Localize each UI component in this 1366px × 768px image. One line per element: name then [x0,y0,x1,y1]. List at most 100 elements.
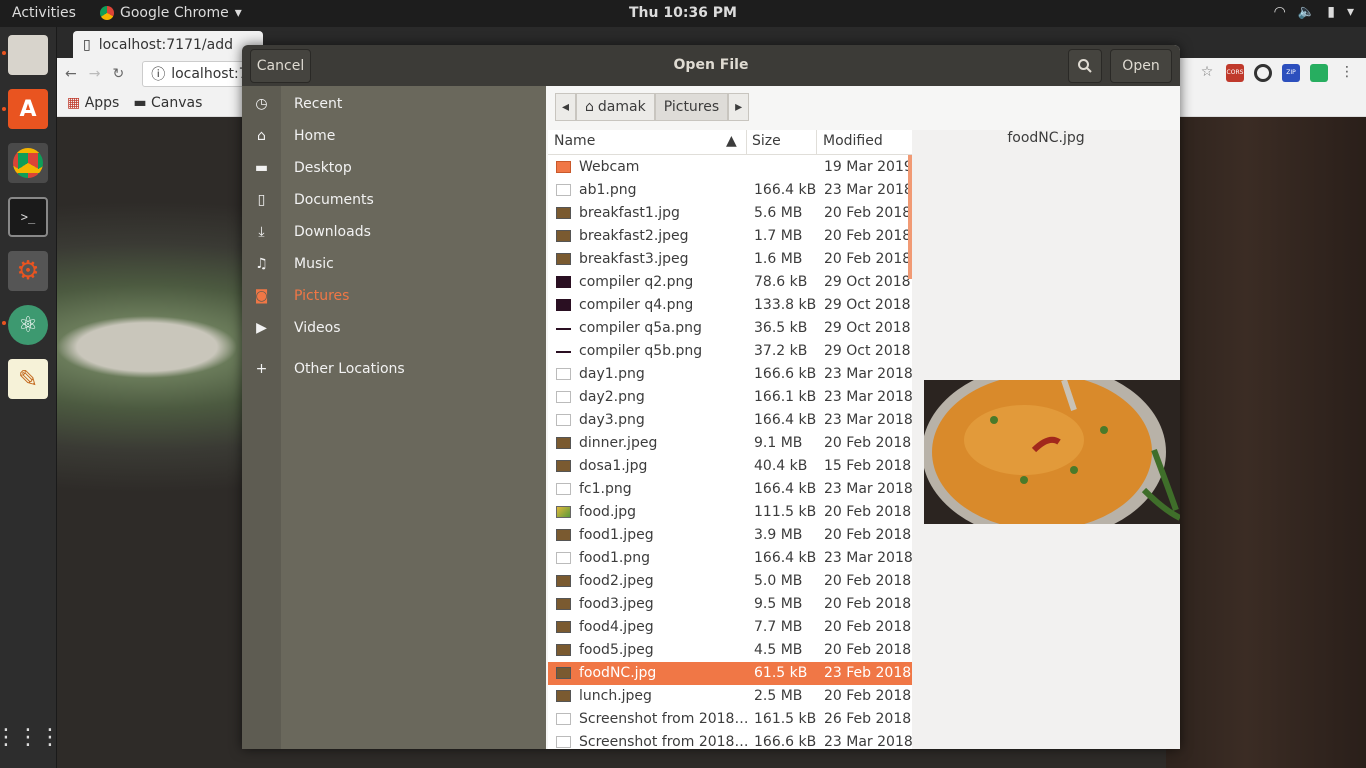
file-size: 166.6 kB [754,734,817,749]
column-size[interactable]: Size [752,133,781,149]
file-modified: 29 Oct 2018 [824,297,911,313]
path-segment-home[interactable]: ⌂ damak [576,93,655,121]
file-row[interactable]: breakfast3.jpeg 1.6 MB 20 Feb 2018 [548,248,912,271]
path-back-button[interactable]: ◂ [555,93,577,121]
column-headers: Name ▲ Size Modified [548,130,912,155]
file-row[interactable]: compiler q2.png 78.6 kB 29 Oct 2018 [548,271,912,294]
forward-icon[interactable]: → [89,66,101,82]
sidebar-item-music[interactable]: ♫ Music [242,248,546,280]
wifi-icon[interactable]: ◠ [1274,4,1286,20]
file-name: Screenshot from 2018… [579,711,749,727]
file-row[interactable]: breakfast1.jpg 5.6 MB 20 Feb 2018 [548,202,912,225]
terminal-icon[interactable]: >_ [8,197,48,237]
image-thumbnail-icon [556,460,571,472]
column-modified[interactable]: Modified [823,133,883,149]
open-button[interactable]: Open [1110,49,1172,83]
file-size: 7.7 MB [754,619,803,635]
sidebar-item-videos[interactable]: ▶ Videos [242,312,546,344]
extensions: ☆ CORS ZIP ⋮ [1198,64,1356,82]
sidebar-item-documents[interactable]: ▯ Documents [242,184,546,216]
file-name: breakfast3.jpeg [579,251,689,267]
file-size: 5.0 MB [754,573,803,589]
running-indicator [2,107,6,111]
zip-extension-icon[interactable]: ZIP [1282,64,1300,82]
activities-button[interactable]: Activities [12,5,76,21]
browser-tab[interactable]: ▯ localhost:7171/add [73,31,263,58]
file-size: 1.7 MB [754,228,803,244]
sidebar-item-pictures[interactable]: ◙ Pictures [242,280,546,312]
software-center-icon[interactable]: A [8,89,48,129]
file-modified: 23 Mar 2018 [824,366,912,382]
sidebar-item-recent[interactable]: ◷ Recent [242,88,546,120]
battery-icon[interactable]: ▮ [1327,4,1335,20]
canvas-bookmark[interactable]: ▬ Canvas [133,95,202,111]
atom-icon[interactable]: ⚛ [8,305,48,345]
file-row[interactable]: food.jpg 111.5 kB 20 Feb 2018 [548,501,912,524]
file-name: Screenshot from 2018… [579,734,749,749]
apps-bookmark[interactable]: ▦ Apps [67,95,119,111]
menu-icon[interactable]: ⋮ [1338,64,1356,82]
chrome-icon [100,6,114,20]
check-extension-icon[interactable] [1310,64,1328,82]
file-row[interactable]: Screenshot from 2018… 166.6 kB 23 Mar 2018 [548,731,912,749]
file-row[interactable]: compiler q5b.png 37.2 kB 29 Oct 2018 [548,340,912,363]
file-row[interactable]: foodNC.jpg 61.5 kB 23 Feb 2018 [548,662,912,685]
file-row[interactable]: food3.jpeg 9.5 MB 20 Feb 2018 [548,593,912,616]
cancel-button[interactable]: Cancel [250,49,311,83]
file-modified: 29 Oct 2018 [824,320,911,336]
file-row[interactable]: compiler q5a.png 36.5 kB 29 Oct 2018 [548,317,912,340]
file-row[interactable]: lunch.jpeg 2.5 MB 20 Feb 2018 [548,685,912,708]
file-row[interactable]: day1.png 166.6 kB 23 Mar 2018 [548,363,912,386]
ring-extension-icon[interactable] [1254,64,1272,82]
cors-extension-icon[interactable]: CORS [1226,64,1244,82]
open-file-dialog: Open File Cancel Open ◷ Recent ⌂ Home ▬ Des… [242,45,1180,749]
file-size: 40.4 kB [754,458,808,474]
file-row[interactable]: day2.png 166.1 kB 23 Mar 2018 [548,386,912,409]
image-thumbnail-icon [556,230,571,242]
file-row[interactable]: ab1.png 166.4 kB 23 Mar 2018 [548,179,912,202]
chevron-down-icon[interactable]: ▾ [1347,4,1354,20]
file-name: food3.jpeg [579,596,654,612]
star-icon[interactable]: ☆ [1198,64,1216,82]
reload-icon[interactable]: ↻ [112,66,124,82]
path-bar: ◂ ⌂ damak Pictures ▸ [555,93,750,121]
show-apps-icon[interactable]: ⋮⋮⋮ [0,717,61,757]
url-text: localhost:7 [171,65,248,82]
back-icon[interactable]: ← [65,66,77,82]
file-name: ab1.png [579,182,637,198]
file-row[interactable]: food5.jpeg 4.5 MB 20 Feb 2018 [548,639,912,662]
file-row[interactable]: dinner.jpeg 9.1 MB 20 Feb 2018 [548,432,912,455]
chrome-dock-icon[interactable] [8,143,48,183]
file-row[interactable]: Screenshot from 2018… 161.5 kB 26 Feb 2018 [548,708,912,731]
files-icon[interactable] [8,35,48,75]
file-row[interactable]: food2.jpeg 5.0 MB 20 Feb 2018 [548,570,912,593]
sidebar-item-downloads[interactable]: ⤓ Downloads [242,216,546,248]
file-name: food5.jpeg [579,642,654,658]
search-button[interactable] [1068,49,1102,83]
text-editor-icon[interactable]: ✎ [8,359,48,399]
file-row[interactable]: compiler q4.png 133.8 kB 29 Oct 2018 [548,294,912,317]
file-modified: 29 Oct 2018 [824,274,911,290]
app-menu[interactable]: Google Chrome ▾ [100,5,242,21]
file-row[interactable]: breakfast2.jpeg 1.7 MB 20 Feb 2018 [548,225,912,248]
file-modified: 20 Feb 2018 [824,205,912,221]
sidebar-item-other-locations[interactable]: + Other Locations [242,353,546,385]
path-forward-button[interactable]: ▸ [728,93,750,121]
volume-icon[interactable]: 🔈 [1298,4,1315,20]
file-row[interactable]: Webcam 19 Mar 2019 [548,156,912,179]
file-row[interactable]: food1.png 166.4 kB 23 Mar 2018 [548,547,912,570]
sidebar-item-desktop[interactable]: ▬ Desktop [242,152,546,184]
clock[interactable]: Thu 10:36 PM [629,5,737,21]
file-row[interactable]: fc1.png 166.4 kB 23 Mar 2018 [548,478,912,501]
file-row[interactable]: day3.png 166.4 kB 23 Mar 2018 [548,409,912,432]
file-row[interactable]: food1.jpeg 3.9 MB 20 Feb 2018 [548,524,912,547]
file-row[interactable]: dosa1.jpg 40.4 kB 15 Feb 2018 [548,455,912,478]
file-row[interactable]: food4.jpeg 7.7 MB 20 Feb 2018 [548,616,912,639]
path-segment-pictures[interactable]: Pictures [654,93,729,121]
image-thumbnail-icon [556,483,571,495]
preview-image [924,380,1180,524]
settings-icon[interactable]: ⚙ [8,251,48,291]
file-name: Webcam [579,159,640,175]
column-name[interactable]: Name [554,133,595,149]
sidebar-item-home[interactable]: ⌂ Home [242,120,546,152]
